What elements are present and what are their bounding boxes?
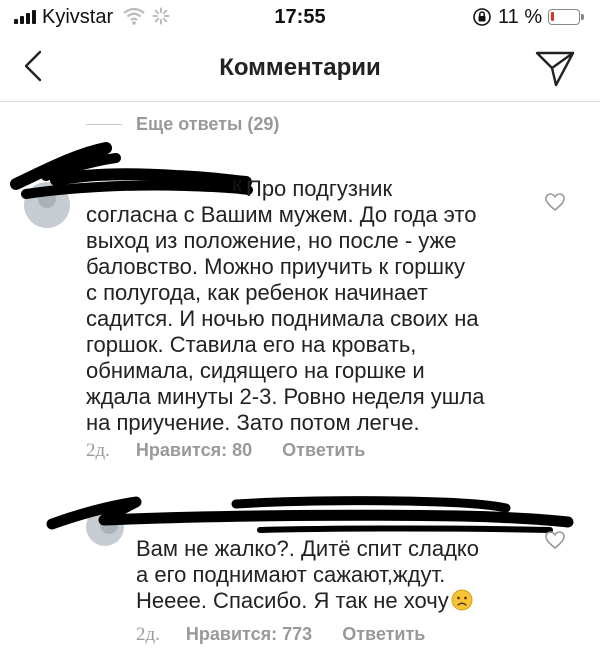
comment-meta: 2д. Нравится: 773 Ответить xyxy=(136,624,425,646)
comment-text: Вам не жалко?. Дитё спит сладко а его по… xyxy=(136,536,526,614)
comment-text-body: Вам не жалко?. Дитё спит сладко а его по… xyxy=(136,536,480,613)
comment-meta: 2д. Нравится: 80 Ответить xyxy=(86,440,365,462)
more-replies-label: Еще ответы (29) xyxy=(136,114,280,134)
likes-count[interactable]: Нравится: 80 xyxy=(136,440,252,461)
likes-count[interactable]: Нравится: 773 xyxy=(186,624,312,645)
comment-item: Вам не жалко?. Дитё спит сладко а его по… xyxy=(0,490,600,660)
battery-percentage: 11 % xyxy=(498,6,543,28)
heart-icon[interactable] xyxy=(544,530,566,550)
divider xyxy=(86,124,122,125)
page-title: Комментарии xyxy=(219,54,381,81)
paper-plane-icon[interactable] xyxy=(534,48,576,88)
comment-item: к Про подгузник согласна с Вашим мужем. … xyxy=(0,140,600,470)
navigation-header: Комментарии xyxy=(0,36,600,102)
reply-button[interactable]: Ответить xyxy=(282,440,365,461)
battery-icon xyxy=(548,9,584,25)
view-more-replies-button[interactable]: Еще ответы (29) xyxy=(86,114,279,135)
slightly-frowning-face-icon xyxy=(451,589,473,611)
comment-time: 2д. xyxy=(86,440,110,461)
reply-button[interactable]: Ответить xyxy=(342,624,425,645)
redaction-scribble xyxy=(46,496,574,533)
heart-icon[interactable] xyxy=(544,192,566,212)
status-bar: Kyivstar 17:55 11 % xyxy=(0,0,600,36)
comment-time: 2д. xyxy=(136,624,160,645)
rotation-lock-icon xyxy=(473,8,491,26)
comment-text: Про подгузник согласна с Вашим мужем. До… xyxy=(86,176,485,435)
battery-level-fill xyxy=(551,12,554,21)
